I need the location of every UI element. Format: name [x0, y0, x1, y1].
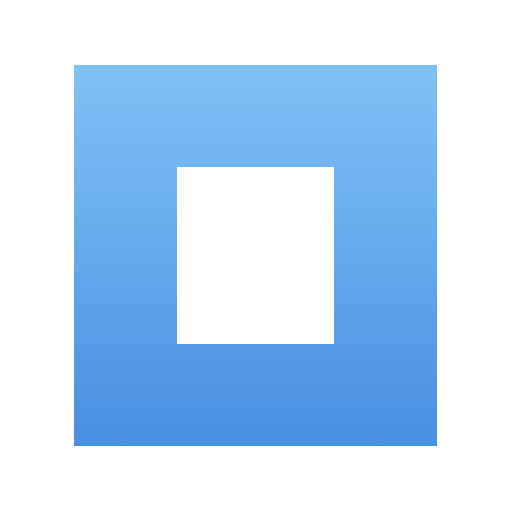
stop-square-inner [177, 167, 334, 344]
icon-canvas [0, 0, 512, 512]
stop-square-icon [74, 65, 437, 446]
